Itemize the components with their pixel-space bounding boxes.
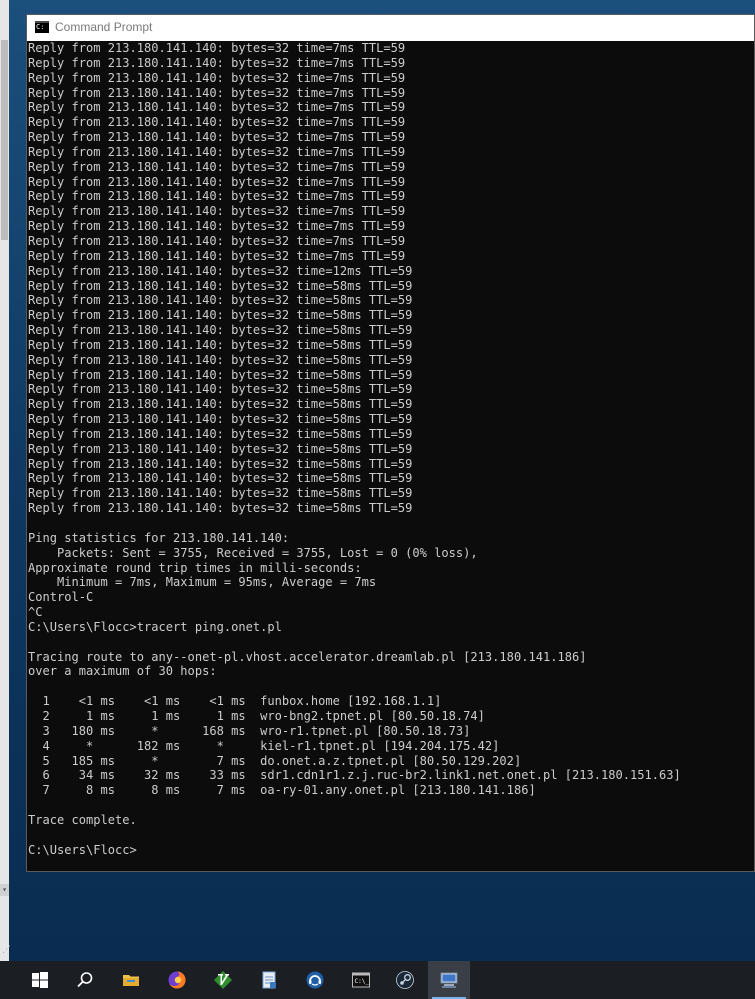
console-line: ^C — [28, 605, 43, 620]
console-line: 6 34 ms 32 ms 33 ms sdr1.cdn1r1.z.j.ruc-… — [28, 768, 681, 783]
console-line: Reply from 213.180.141.140: bytes=32 tim… — [28, 426, 413, 441]
window-title: Command Prompt — [55, 20, 153, 34]
resize-grip-icon[interactable]: ⋰ — [2, 945, 11, 955]
console-line: Reply from 213.180.141.140: bytes=32 tim… — [28, 174, 406, 189]
file-explorer-button[interactable] — [110, 961, 152, 999]
console-line: Reply from 213.180.141.140: bytes=32 tim… — [28, 115, 406, 130]
teamspeak-icon — [306, 971, 324, 989]
start-button[interactable] — [19, 961, 61, 999]
console-line: Reply from 213.180.141.140: bytes=32 tim… — [28, 204, 406, 219]
firefox-button[interactable] — [156, 961, 198, 999]
console-line: Reply from 213.180.141.140: bytes=32 tim… — [28, 55, 406, 70]
console-line: Reply from 213.180.141.140: bytes=32 tim… — [28, 456, 413, 471]
console-line: Reply from 213.180.141.140: bytes=32 tim… — [28, 85, 406, 100]
console-output[interactable]: Reply from 213.180.141.140: bytes=32 tim… — [28, 41, 754, 871]
console-line: Tracing route to any--onet-pl.vhost.acce… — [28, 649, 587, 664]
console-line: Reply from 213.180.141.140: bytes=32 tim… — [28, 367, 413, 382]
windows-logo-icon — [32, 972, 48, 988]
console-line: Reply from 213.180.141.140: bytes=32 tim… — [28, 293, 413, 308]
console-line: Reply from 213.180.141.140: bytes=32 tim… — [28, 486, 413, 501]
console-line: Packets: Sent = 3755, Received = 3755, L… — [28, 545, 478, 560]
steam-button[interactable] — [384, 961, 426, 999]
vim-icon — [214, 971, 232, 989]
console-line: C:\Users\Flocc>tracert ping.onet.pl — [28, 619, 282, 634]
console-line: Reply from 213.180.141.140: bytes=32 tim… — [28, 248, 406, 263]
console-line: 2 1 ms 1 ms 1 ms wro-bng2.tpnet.pl [80.5… — [28, 708, 485, 723]
vim-button[interactable] — [202, 961, 244, 999]
console-line: Reply from 213.180.141.140: bytes=32 tim… — [28, 189, 406, 204]
console-line: Reply from 213.180.141.140: bytes=32 tim… — [28, 471, 413, 486]
terminal-icon: C:\_ — [352, 972, 370, 988]
teamspeak-button[interactable] — [294, 961, 336, 999]
console-line: Reply from 213.180.141.140: bytes=32 tim… — [28, 263, 413, 278]
console-line: 1 <1 ms <1 ms <1 ms funbox.home [192.168… — [28, 694, 442, 709]
console-line: Ping statistics for 213.180.141.140: — [28, 530, 290, 545]
taskbar: C:\_ — [0, 961, 755, 999]
console-line: Reply from 213.180.141.140: bytes=32 tim… — [28, 382, 413, 397]
search-button[interactable] — [64, 961, 106, 999]
scroll-down-arrow-icon[interactable]: ▾ — [0, 884, 9, 896]
network-icon — [440, 972, 458, 988]
console-line: 5 185 ms * 7 ms do.onet.a.z.tpnet.pl [80… — [28, 753, 522, 768]
console-line: Trace complete. — [28, 812, 137, 827]
notepad-icon — [262, 971, 276, 989]
command-prompt-window[interactable]: C: Command Prompt Reply from 213.180.141… — [26, 14, 755, 872]
console-line: Minimum = 7ms, Maximum = 95ms, Average =… — [28, 575, 377, 590]
console-line: Reply from 213.180.141.140: bytes=32 tim… — [28, 441, 413, 456]
console-line: Approximate round trip times in milli-se… — [28, 560, 362, 575]
background-window-scrollbar[interactable]: ▾ — [0, 0, 9, 961]
console-line: 3 180 ms * 168 ms wro-r1.tpnet.pl [80.50… — [28, 723, 471, 738]
svg-text:C:\_: C:\_ — [355, 978, 370, 985]
console-line: Reply from 213.180.141.140: bytes=32 tim… — [28, 233, 406, 248]
cmd-button[interactable]: C:\_ — [340, 961, 382, 999]
notepad-button[interactable] — [248, 961, 290, 999]
steam-icon — [396, 971, 414, 989]
console-line: Reply from 213.180.141.140: bytes=32 tim… — [28, 41, 406, 55]
network-app-button[interactable] — [428, 961, 470, 999]
console-line: Reply from 213.180.141.140: bytes=32 tim… — [28, 219, 406, 234]
console-line: Reply from 213.180.141.140: bytes=32 tim… — [28, 352, 413, 367]
console-line: Reply from 213.180.141.140: bytes=32 tim… — [28, 397, 413, 412]
firefox-icon — [168, 971, 186, 989]
cmd-app-icon: C: — [35, 21, 49, 33]
console-line: Reply from 213.180.141.140: bytes=32 tim… — [28, 337, 413, 352]
console-line: Reply from 213.180.141.140: bytes=32 tim… — [28, 308, 413, 323]
console-line: Reply from 213.180.141.140: bytes=32 tim… — [28, 100, 406, 115]
console-line: Reply from 213.180.141.140: bytes=32 tim… — [28, 70, 406, 85]
console-line: Reply from 213.180.141.140: bytes=32 tim… — [28, 412, 413, 427]
console-line: 4 * 182 ms * kiel-r1.tpnet.pl [194.204.1… — [28, 738, 500, 753]
console-line: Reply from 213.180.141.140: bytes=32 tim… — [28, 501, 413, 516]
console-line: over a maximum of 30 hops: — [28, 664, 217, 679]
console-line: Control-C — [28, 590, 94, 605]
console-line: Reply from 213.180.141.140: bytes=32 tim… — [28, 130, 406, 145]
title-bar[interactable]: C: Command Prompt — [27, 15, 754, 41]
console-line: Reply from 213.180.141.140: bytes=32 tim… — [28, 144, 406, 159]
folder-icon — [123, 975, 139, 986]
console-text: Reply from 213.180.141.140: bytes=32 tim… — [28, 41, 754, 857]
search-icon — [77, 972, 93, 988]
console-line: 7 8 ms 8 ms 7 ms oa-ry-01.any.onet.pl [2… — [28, 783, 536, 798]
console-line: C:\Users\Flocc> — [28, 842, 137, 857]
scrollbar-thumb[interactable] — [1, 40, 8, 240]
console-line: Reply from 213.180.141.140: bytes=32 tim… — [28, 159, 406, 174]
console-line: Reply from 213.180.141.140: bytes=32 tim… — [28, 278, 413, 293]
console-line: Reply from 213.180.141.140: bytes=32 tim… — [28, 323, 413, 338]
